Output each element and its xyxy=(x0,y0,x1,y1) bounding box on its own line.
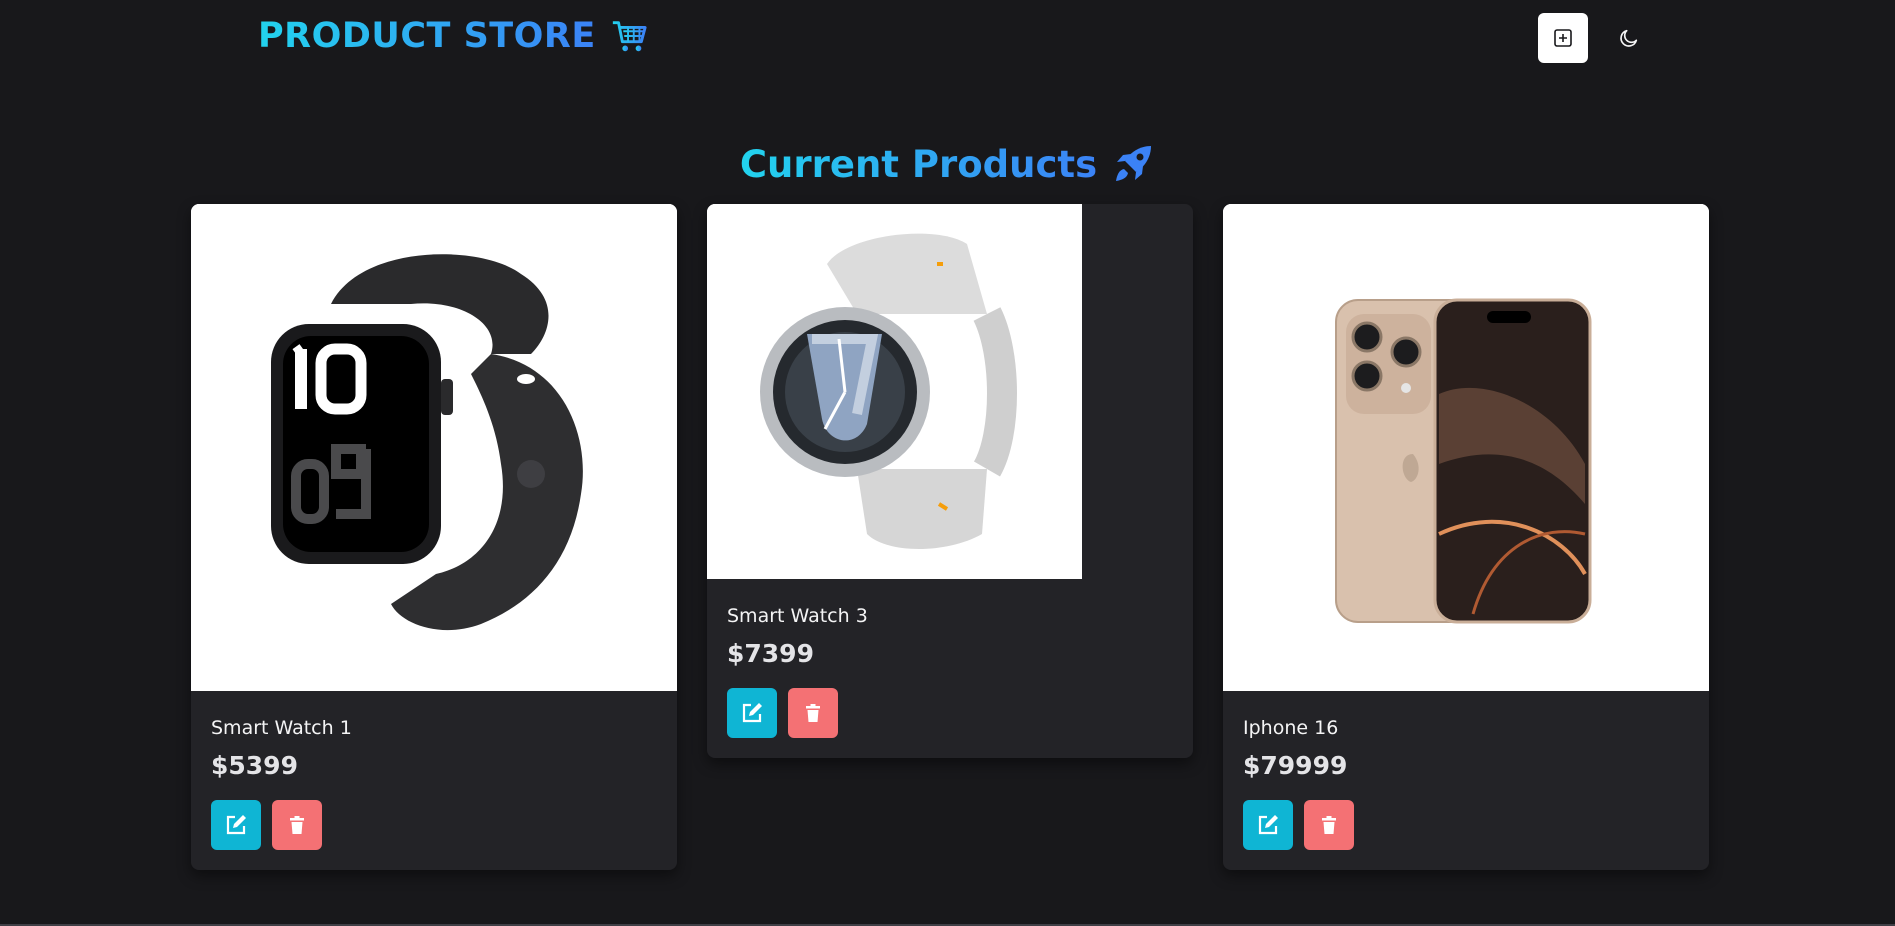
delete-button[interactable] xyxy=(1304,800,1354,850)
edit-button[interactable] xyxy=(211,800,261,850)
page-title: Current Products xyxy=(739,142,1098,186)
product-name: Iphone 16 xyxy=(1243,717,1339,739)
edit-icon xyxy=(226,815,246,835)
product-price: $7399 xyxy=(727,639,814,668)
plus-square-icon xyxy=(1554,29,1572,47)
rocket-icon xyxy=(1116,146,1152,181)
product-price: $5399 xyxy=(211,751,298,780)
moon-icon xyxy=(1620,29,1638,47)
product-name: Smart Watch 1 xyxy=(211,717,352,739)
create-product-button[interactable] xyxy=(1538,13,1588,63)
delete-button[interactable] xyxy=(272,800,322,850)
brand-title: PRODUCT STORE xyxy=(258,16,596,56)
product-card: Smart Watch 1 $5399 xyxy=(191,204,677,870)
shopping-cart-icon xyxy=(612,21,647,52)
page-heading: Current Products xyxy=(0,142,1895,186)
delete-button[interactable] xyxy=(788,688,838,738)
navbar: PRODUCT STORE xyxy=(0,0,1895,80)
product-image xyxy=(707,204,1082,579)
brand-link[interactable]: PRODUCT STORE xyxy=(258,16,648,56)
product-image xyxy=(1223,204,1709,691)
product-price: $79999 xyxy=(1243,751,1348,780)
product-name: Smart Watch 3 xyxy=(727,605,868,627)
product-image xyxy=(191,204,677,691)
edit-icon xyxy=(742,703,762,723)
trash-icon xyxy=(806,704,820,722)
edit-button[interactable] xyxy=(727,688,777,738)
trash-icon xyxy=(290,816,304,834)
trash-icon xyxy=(1322,816,1336,834)
product-card: Smart Watch 3 $7399 xyxy=(707,204,1193,758)
color-mode-toggle[interactable] xyxy=(1604,13,1654,63)
edit-button[interactable] xyxy=(1243,800,1293,850)
product-card: Iphone 16 $79999 xyxy=(1223,204,1709,870)
edit-icon xyxy=(1258,815,1278,835)
product-grid: Smart Watch 1 $5399 Smart Watch 3 $7399 … xyxy=(191,204,1709,870)
